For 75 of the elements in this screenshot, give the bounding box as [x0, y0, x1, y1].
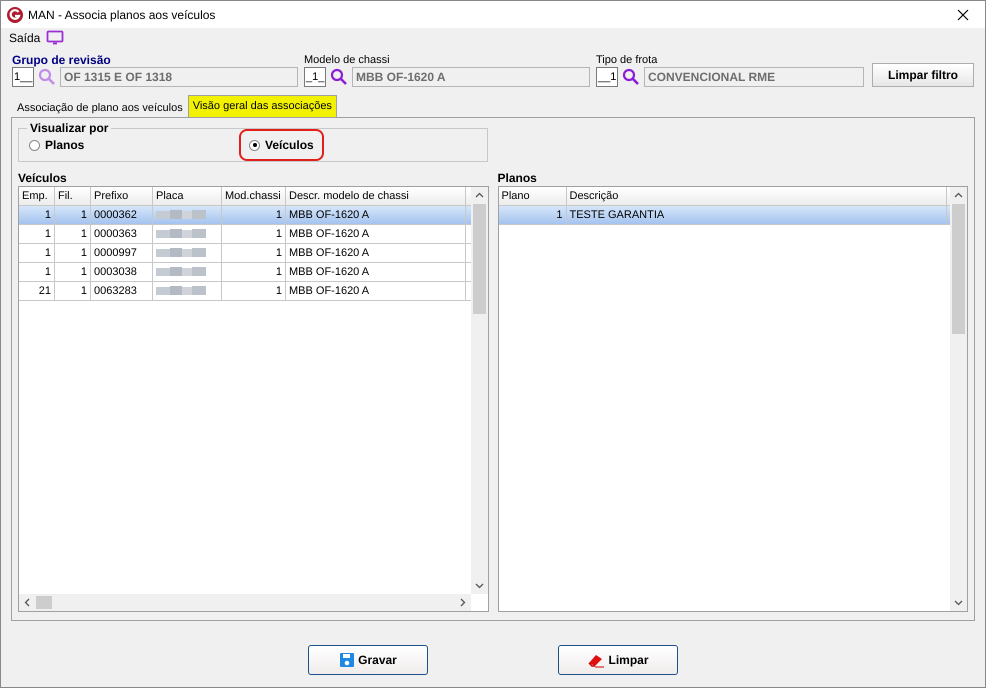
table-cell: 1 [44, 247, 51, 259]
table-cell: 21 [38, 285, 51, 297]
table-cell: 1 [80, 209, 87, 221]
table-cell: 0000997 [94, 247, 137, 259]
clear-button[interactable]: Limpar [558, 645, 678, 675]
table-row[interactable]: 1 1 0000363 1 MBB OF-1620 A [19, 225, 470, 244]
clear-filter-button[interactable]: Limpar filtro [872, 63, 974, 87]
menu-item[interactable]: Saída [9, 29, 40, 47]
scrollbar-thumb[interactable] [472, 204, 486, 314]
column-header[interactable]: Descr. modelo de chassi [286, 187, 466, 205]
table-cell: MBB OF-1620 A [289, 285, 370, 297]
radio-button[interactable] [29, 140, 40, 150]
column-header[interactable]: Plano [498, 187, 566, 205]
monitor-icon[interactable] [46, 30, 64, 46]
column-header[interactable]: Descrição [566, 187, 946, 205]
column-header[interactable]: Placa [153, 187, 222, 205]
table-cell: 1 [556, 209, 562, 221]
table-cell: MBB OF-1620 A [289, 228, 370, 240]
filter-label: Grupo de revisão [12, 53, 112, 67]
description-field: CONVENCIONAL RME [644, 67, 864, 87]
code-field[interactable]: _1_ [304, 67, 326, 87]
table-cell: 1 [276, 209, 282, 221]
table-cell: MBB OF-1620 A [289, 247, 370, 259]
scrollbar-thumb[interactable] [952, 204, 965, 334]
filter-label: Modelo de chassi [304, 53, 391, 67]
column-header[interactable]: Mod.chassi [222, 187, 286, 205]
description-field: OF 1315 E OF 1318 [60, 67, 298, 87]
table-cell: 1 [276, 247, 282, 259]
table-cell: 1 [44, 228, 51, 240]
table-row[interactable]: 1 1 0003038 1 MBB OF-1620 A [19, 263, 470, 282]
table-row[interactable]: 1 1 0000997 1 MBB OF-1620 A [19, 244, 470, 263]
table-cell: 1 [44, 266, 51, 278]
column-header[interactable]: Prefixo [91, 187, 153, 205]
radio-label: Planos [45, 137, 84, 154]
close-icon[interactable] [957, 8, 969, 20]
app-logo-icon [7, 6, 23, 22]
table-cell: 1 [80, 247, 87, 259]
search-icon[interactable] [622, 68, 640, 86]
radio-label: Veículos [265, 137, 314, 154]
horizontal-scrollbar[interactable] [19, 594, 470, 611]
column-header[interactable]: Fil. [55, 187, 91, 205]
table-row[interactable]: 21 1 0063283 1 MBB OF-1620 A [19, 282, 470, 301]
window-title: MAN - Associa planos aos veículos [28, 6, 216, 24]
table-cell: 1 [80, 228, 87, 240]
table-cell: 0000362 [94, 209, 137, 221]
grid-title: Planos [498, 170, 538, 186]
filter-label: Tipo de frota [596, 53, 658, 67]
table-cell: 1 [80, 285, 87, 297]
code-field[interactable]: __1 [596, 67, 618, 87]
table-cell: MBB OF-1620 A [289, 266, 370, 278]
tab[interactable]: Visão geral das associações [188, 95, 337, 117]
table-row[interactable]: 1 1 0000362 1 MBB OF-1620 A [19, 206, 470, 225]
table-cell: 1 [276, 266, 282, 278]
code-field[interactable]: 1__ [12, 67, 34, 87]
table-cell: 0003038 [94, 266, 137, 278]
description-field: MBB OF-1620 A [352, 67, 590, 87]
table-cell: 1 [44, 209, 51, 221]
table-cell: MBB OF-1620 A [289, 209, 370, 221]
vertical-scrollbar[interactable] [470, 187, 488, 594]
save-button[interactable]: Gravar [308, 645, 428, 675]
table-cell: TESTE GARANTIA [570, 209, 664, 221]
vertical-scrollbar[interactable] [950, 187, 967, 611]
column-header[interactable]: Emp. [19, 187, 55, 205]
table-row[interactable]: 1 TESTE GARANTIA [498, 206, 950, 225]
group-title: Visualizar por [27, 121, 112, 135]
table-cell: 0000363 [94, 228, 137, 240]
scrollbar-thumb[interactable] [36, 596, 52, 609]
eraser-icon [587, 652, 606, 668]
table-cell: 0063283 [94, 285, 137, 297]
radio-button[interactable] [249, 140, 260, 150]
table-cell: 1 [276, 228, 282, 240]
table-cell: 1 [80, 266, 87, 278]
grid-title: Veículos [18, 170, 68, 186]
search-icon[interactable] [330, 68, 348, 86]
table-cell: 1 [276, 285, 282, 297]
